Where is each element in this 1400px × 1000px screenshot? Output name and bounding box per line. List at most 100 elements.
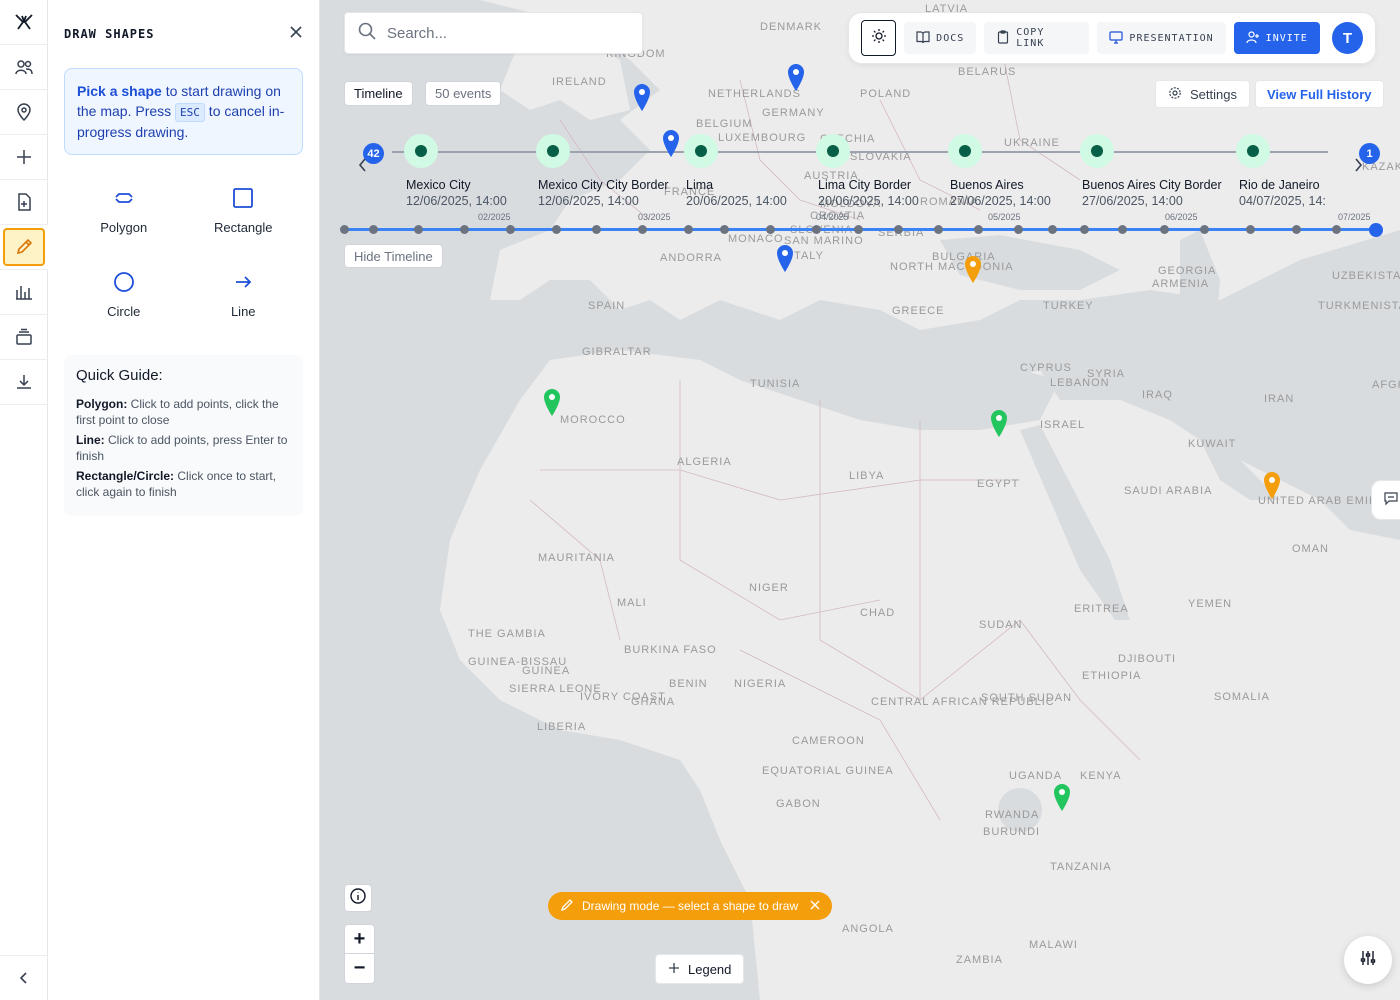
map-marker-icon[interactable] [1052,782,1072,812]
country-label: SPAIN [588,300,626,312]
country-label: EGYPT [977,478,1020,490]
timeline-tab[interactable]: Timeline [344,81,413,106]
timeline-event-label[interactable]: Mexico City City Border 12/06/2025, 14:00 [538,177,669,209]
timeline-tick[interactable] [812,225,821,234]
map-marker-icon[interactable] [963,254,983,284]
timeline-tick[interactable] [1118,225,1127,234]
timeline-event-label[interactable]: Rio de Janeiro 04/07/2025, 14: [1239,177,1326,209]
country-label: BELGIUM [696,118,753,130]
timeline-event-marker[interactable] [1236,134,1270,168]
plus-icon[interactable] [0,135,48,180]
zoom-out-button[interactable]: − [345,954,374,983]
timeline-tick[interactable] [1160,225,1169,234]
search-box[interactable] [344,12,643,54]
country-label: KUWAIT [1188,438,1237,450]
country-label: RWANDA [985,809,1040,821]
timeline-tick[interactable] [766,225,775,234]
timeline-tick[interactable] [1292,225,1301,234]
search-input[interactable] [387,24,627,42]
timeline-tick[interactable] [340,225,349,234]
map-settings-fab[interactable] [1344,936,1392,984]
map-marker-icon[interactable] [989,408,1009,438]
copy-link-button[interactable]: COPY LINK [984,22,1090,54]
timeline-tick[interactable] [934,225,943,234]
timeline-event-marker[interactable] [684,134,718,168]
line-button[interactable]: Line [184,263,304,327]
event-dot [1236,134,1270,168]
map-marker-icon[interactable] [1262,470,1282,500]
layers-icon[interactable] [0,315,48,360]
presentation-button[interactable]: PRESENTATION [1097,22,1226,54]
map-marker-icon[interactable] [661,128,681,158]
avatar[interactable]: T [1331,22,1364,54]
feedback-button[interactable] [1371,480,1400,520]
hide-timeline-button[interactable]: Hide Timeline [344,244,443,268]
timeline-event-label[interactable]: Lima 20/06/2025, 14:00 [686,177,787,209]
timeline-tick[interactable] [720,225,729,234]
theme-toggle-button[interactable] [861,20,897,56]
polygon-button[interactable]: Polygon [64,179,184,243]
timeline-tick[interactable] [1048,225,1057,234]
timeline-tick[interactable] [552,225,561,234]
logo-icon[interactable] [0,0,48,45]
zoom-in-button[interactable]: + [345,925,374,954]
timeline-tick[interactable] [592,225,601,234]
users-icon[interactable] [0,45,48,90]
circle-button[interactable]: Circle [64,263,184,327]
map-marker-icon[interactable] [775,243,795,273]
country-label: DJIBOUTI [1118,653,1177,665]
drawing-mode-text: Drawing mode — select a shape to draw [582,899,799,913]
docs-button[interactable]: DOCS [904,22,977,54]
country-label: BURUNDI [983,826,1041,838]
timeline-tick[interactable] [506,225,515,234]
map-pin-icon[interactable] [0,90,48,135]
timeline-event-label[interactable]: Mexico City 12/06/2025, 14:00 [406,177,507,209]
timeline-tick[interactable] [894,225,903,234]
close-icon[interactable] [289,25,303,44]
draw-tool-button[interactable] [0,225,48,270]
country-label: GHANA [631,696,676,708]
file-add-icon[interactable] [0,180,48,225]
timeline-event-marker[interactable] [536,134,570,168]
timeline-tick[interactable] [974,225,983,234]
timeline-tick[interactable] [1246,225,1255,234]
map-canvas[interactable]: LATVIA DENMARK BELARUS KINGDOM IRELAND NETHER… [320,0,1400,1000]
timeline-tick[interactable] [638,225,647,234]
view-full-history-button[interactable]: View Full History [1255,80,1384,108]
timeline-event-marker[interactable] [816,134,850,168]
info-button[interactable] [344,884,372,912]
chevron-left-icon[interactable] [0,955,48,1000]
hint-strong: Pick a shape [77,83,162,99]
timeline-event-label[interactable]: Buenos Aires City Border 27/06/2025, 14:0… [1082,177,1222,209]
timeline-tick[interactable] [369,225,378,234]
timeline-prev-icon[interactable] [355,157,371,173]
timeline-tick[interactable] [1200,225,1209,234]
timeline-tick[interactable] [854,225,863,234]
timeline-tick[interactable] [1332,225,1341,234]
bar-chart-icon[interactable] [0,270,48,315]
map-marker-icon[interactable] [632,82,652,112]
timeline-event-label[interactable]: Lima City Border 20/06/2025, 14:00 [818,177,919,209]
timeline-event-marker[interactable] [1080,134,1114,168]
map-marker-icon[interactable] [542,387,562,417]
timeline-event-marker[interactable] [948,134,982,168]
invite-button[interactable]: INVITE [1233,22,1320,54]
close-icon[interactable] [810,899,820,913]
legend-button[interactable]: Legend [655,954,745,984]
timeline-tick[interactable] [1014,225,1023,234]
timeline-current-handle[interactable] [1369,223,1383,237]
timeline-event-label[interactable]: Buenos Aires 27/06/2025, 14:00 [950,177,1051,209]
timeline-tick[interactable] [684,225,693,234]
country-label: THE GAMBIA [468,628,546,640]
timeline-settings-button[interactable]: Settings [1155,80,1250,108]
timeline-tick[interactable] [1080,225,1089,234]
timeline-tick[interactable] [460,225,469,234]
rectangle-button[interactable]: Rectangle [184,179,304,243]
timeline-next-icon[interactable] [1350,157,1366,173]
download-icon[interactable] [0,360,48,405]
shape-grid: Polygon Rectangle Circle Line [64,179,303,327]
timeline-tick[interactable] [414,225,423,234]
map-marker-icon[interactable] [786,62,806,92]
timeline-event-marker[interactable] [404,134,438,168]
event-dot-core [827,145,839,157]
